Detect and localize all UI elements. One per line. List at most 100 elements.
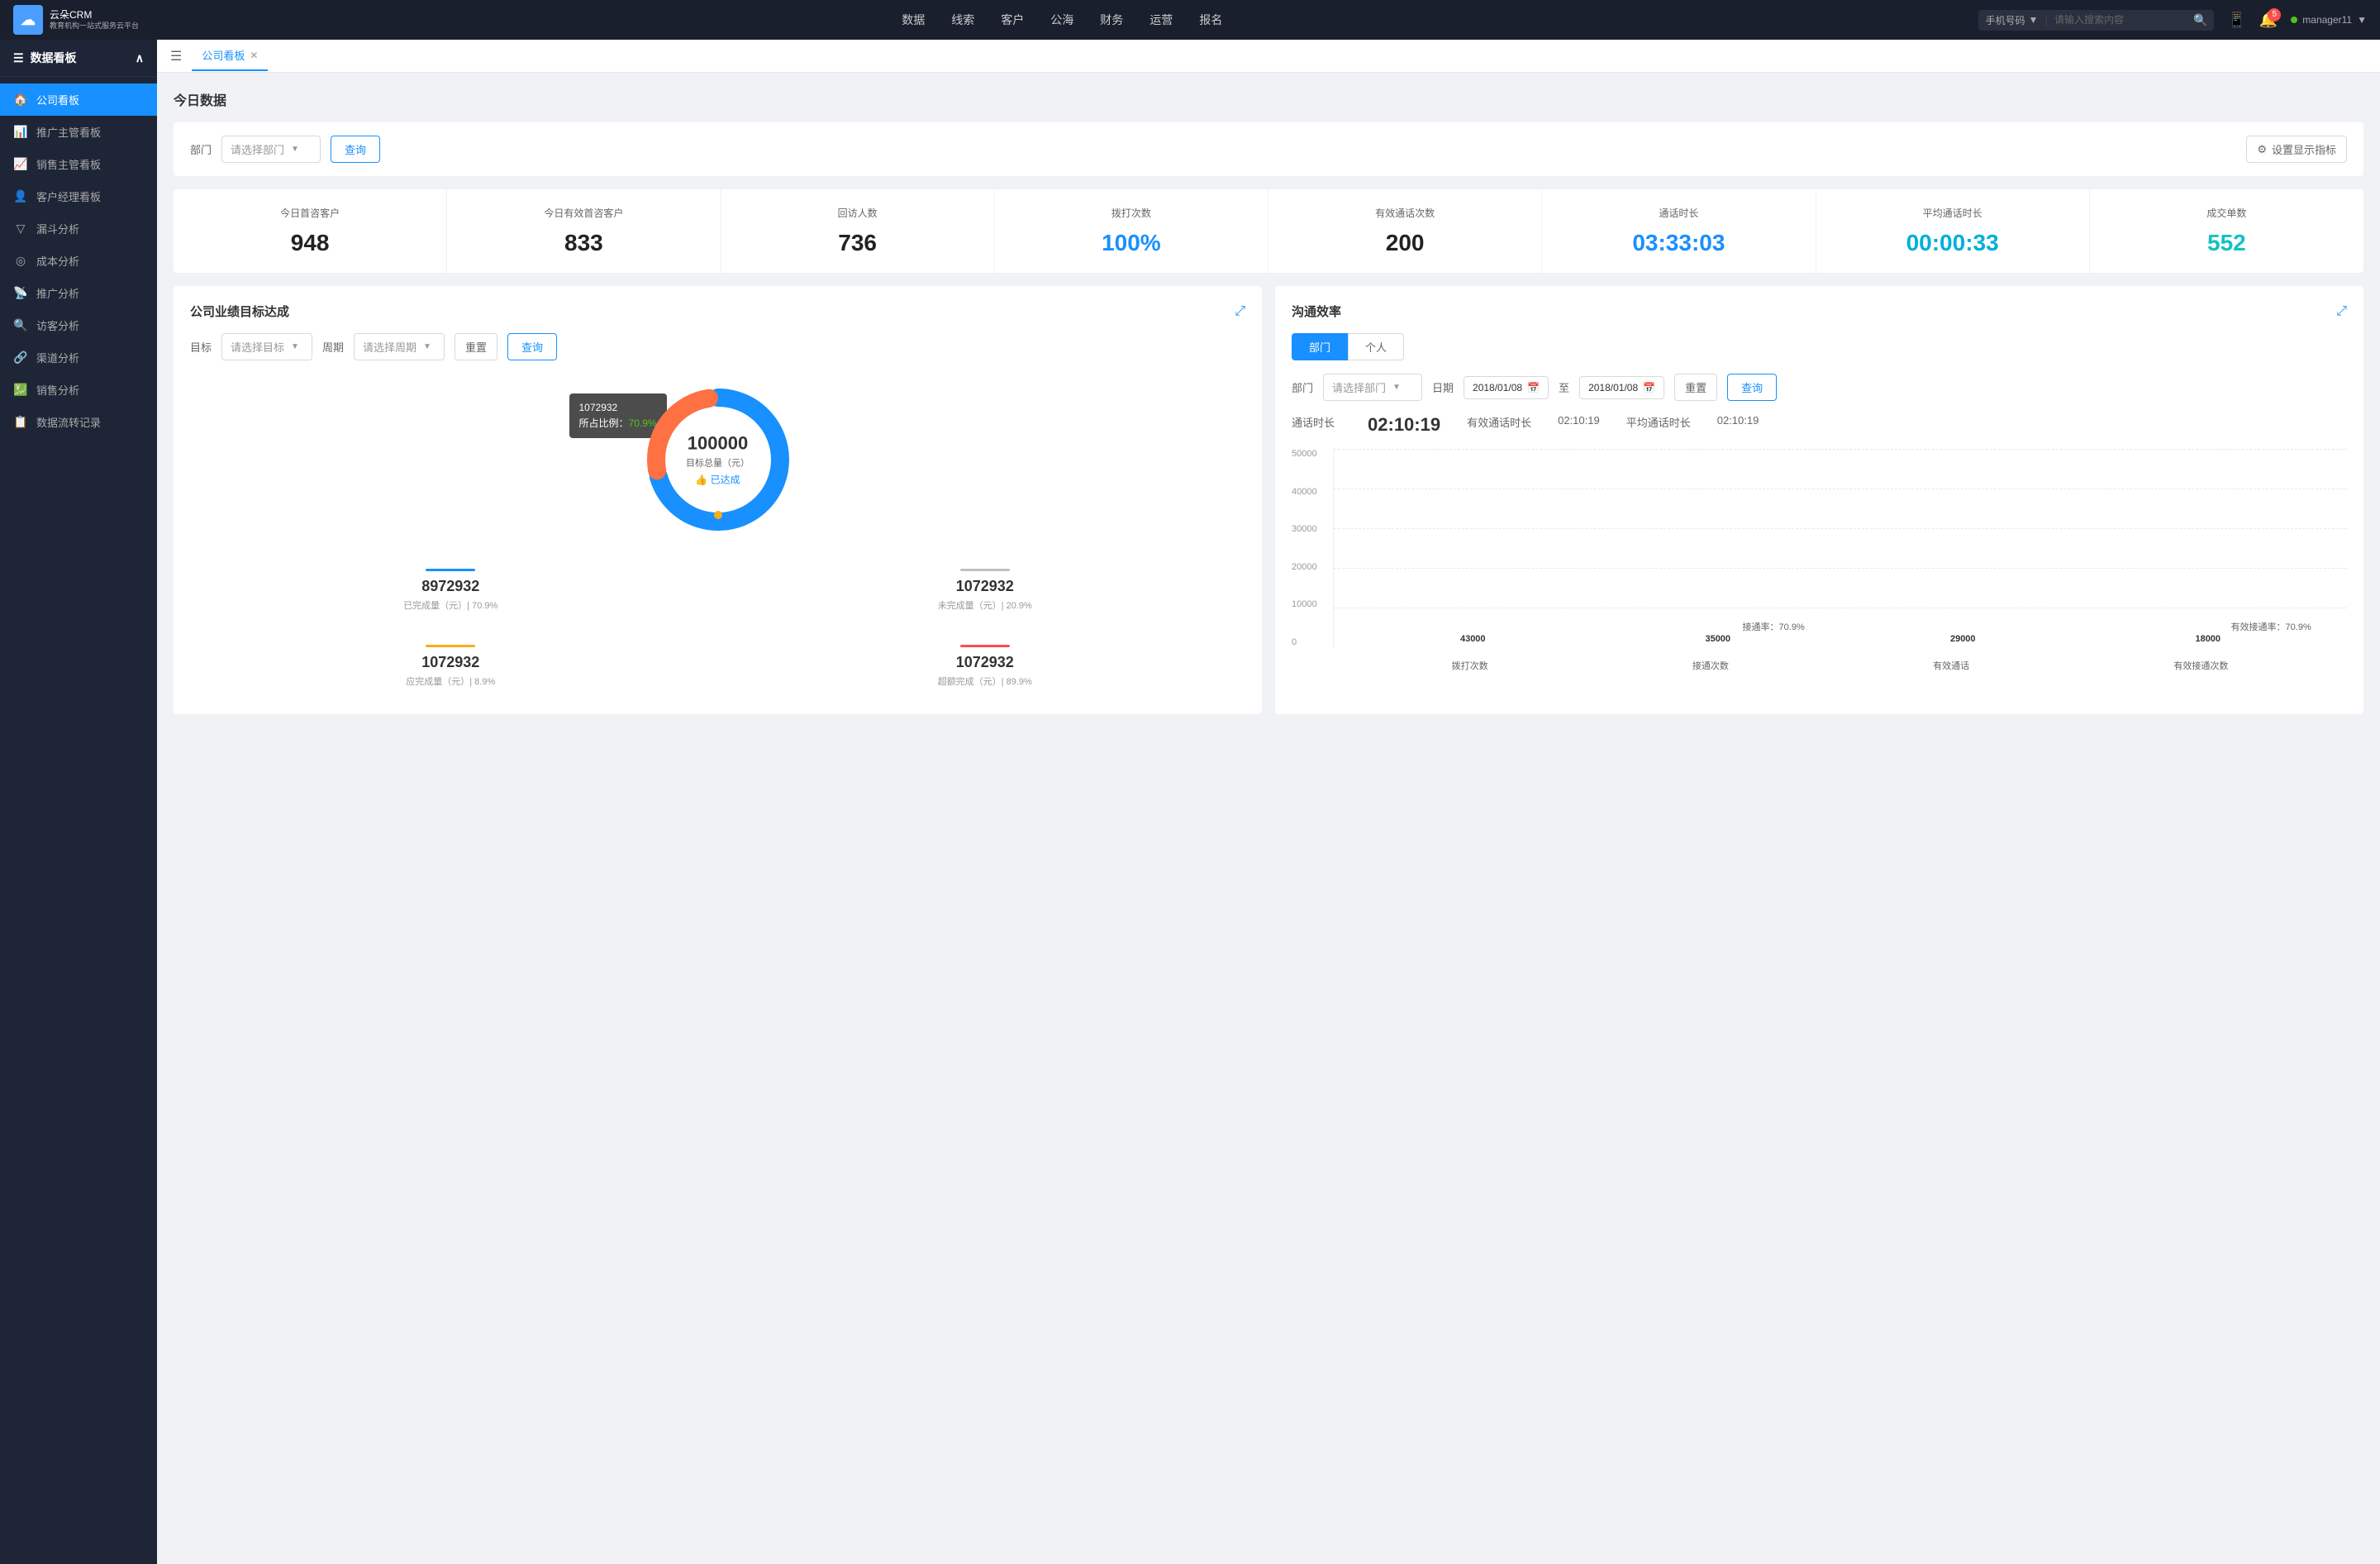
logo-text: 云朵CRM 教育机构一站式服务云平台 — [50, 9, 139, 30]
bar-chart: 50000 40000 30000 20000 10000 0 — [1292, 449, 2347, 672]
stat-deals-label: 成交单数 — [2103, 206, 2350, 220]
sidebar-item-sales-board[interactable]: 📈 销售主管看板 — [0, 148, 157, 180]
calendar-to-icon: 📅 — [1643, 382, 1655, 393]
dept-filter-label: 部门 — [190, 141, 212, 157]
stat-avg-duration-value: 00:00:33 — [1830, 230, 2076, 256]
nav-operations[interactable]: 运营 — [1150, 8, 1173, 31]
comm-dept-select[interactable]: 请选择部门 ▼ — [1323, 374, 1422, 401]
stat-should-complete: 1072932 应完成量（元）| 8.9% — [190, 635, 712, 698]
target-select[interactable]: 请选择目标 ▼ — [221, 333, 312, 360]
nav-enrollment[interactable]: 报名 — [1199, 8, 1222, 31]
logo: ☁ 云朵CRM 教育机构一站式服务云平台 — [13, 5, 145, 35]
target-query-button[interactable]: 查询 — [507, 333, 557, 360]
comm-reset-button[interactable]: 重置 — [1674, 374, 1717, 401]
bars-container: 43000 35000 接通率：70.9% — [1334, 449, 2347, 647]
mobile-icon[interactable]: 📱 — [2227, 12, 2245, 29]
stat-revisit-value: 736 — [735, 230, 981, 256]
stat-effective-calls-value: 200 — [1282, 230, 1528, 256]
content-area: ☰ 公司看板 ✕ 今日数据 部门 请选择部门 ▼ 查询 — [157, 40, 2380, 1564]
stats-grid: 今日首咨客户 948 今日有效首咨客户 833 回访人数 736 拨打次数 10… — [174, 189, 2363, 273]
sidebar-item-funnel[interactable]: ▽ 漏斗分析 — [0, 212, 157, 245]
date-separator: 至 — [1559, 379, 1569, 395]
stat-incomplete: 1072932 未完成量（元）| 20.9% — [725, 559, 1246, 622]
sidebar-item-company-board[interactable]: 🏠 公司看板 — [0, 83, 157, 116]
comm-dept-label: 部门 — [1292, 379, 1313, 395]
comm-tab-dept[interactable]: 部门 — [1292, 333, 1348, 360]
nav-actions: 手机号码 ▼ | 🔍 📱 🔔 5 manager11 ▼ — [1978, 10, 2367, 31]
stat-dial-count: 拨打次数 100% — [995, 189, 1269, 273]
channel-icon: 🔗 — [13, 350, 28, 365]
stat-dial-value: 100% — [1008, 230, 1254, 256]
sales-board-icon: 📈 — [13, 157, 28, 171]
tab-menu-toggle[interactable]: ☰ — [170, 48, 182, 64]
stat-call-duration-value: 03:33:03 — [1555, 230, 1802, 256]
target-card-header: 公司业绩目标达成 ⤢ — [190, 303, 1245, 320]
nav-public-sea[interactable]: 公海 — [1050, 8, 1073, 31]
sidebar-header: ☰ 数据看板 ∧ — [0, 40, 157, 77]
sidebar-item-promo-analysis[interactable]: 📡 推广分析 — [0, 277, 157, 309]
comm-card-title: 沟通效率 — [1292, 303, 1341, 320]
data-flow-icon: 📋 — [13, 415, 28, 429]
page-content: 今日数据 部门 请选择部门 ▼ 查询 ⚙ 设置显示指标 — [157, 73, 2380, 1564]
comm-query-button[interactable]: 查询 — [1727, 374, 1777, 401]
comm-date-label: 日期 — [1432, 379, 1454, 395]
nav-leads[interactable]: 线索 — [951, 8, 974, 31]
completed-line — [426, 569, 475, 571]
bar-group-2: 35000 接通率：70.9% — [1697, 634, 1739, 647]
stat-over-complete: 1072932 超额完成（元）| 89.9% — [725, 635, 1246, 698]
top-navigation: ☁ 云朵CRM 教育机构一站式服务云平台 数据 线索 客户 公海 财务 运营 报… — [0, 0, 2380, 40]
sidebar-item-sales-analysis[interactable]: 💹 销售分析 — [0, 374, 157, 406]
comm-date-to[interactable]: 2018/01/08 📅 — [1579, 376, 1664, 399]
grid-line-30000 — [1334, 528, 2347, 529]
comm-tab-personal[interactable]: 个人 — [1348, 333, 1404, 360]
today-query-button[interactable]: 查询 — [331, 136, 380, 163]
target-controls: 目标 请选择目标 ▼ 周期 请选择周期 ▼ 重置 查询 — [190, 333, 1245, 360]
department-select[interactable]: 请选择部门 ▼ — [221, 136, 321, 163]
setting-display-button[interactable]: ⚙ 设置显示指标 — [2246, 136, 2347, 163]
tab-bar: ☰ 公司看板 ✕ — [157, 40, 2380, 73]
notification-icon[interactable]: 🔔 5 — [2259, 12, 2278, 29]
period-select[interactable]: 请选择周期 ▼ — [354, 333, 445, 360]
nav-finance[interactable]: 财务 — [1100, 8, 1123, 31]
tab-close-icon[interactable]: ✕ — [250, 50, 258, 61]
sidebar-item-client-board[interactable]: 👤 客户经理看板 — [0, 180, 157, 212]
stat-call-duration-label: 通话时长 — [1555, 206, 1802, 220]
comm-filter: 部门 请选择部门 ▼ 日期 2018/01/08 📅 至 2018/01/08 — [1292, 374, 2347, 401]
nav-data[interactable]: 数据 — [902, 8, 925, 31]
sidebar-expand-icon[interactable]: ☰ — [13, 51, 24, 65]
stat-effective-calls-label: 有效通话次数 — [1282, 206, 1528, 220]
logo-icon: ☁ — [13, 5, 43, 35]
comm-card-expand[interactable]: ⤢ — [2336, 304, 2347, 319]
sidebar-item-promo-board[interactable]: 📊 推广主管看板 — [0, 116, 157, 148]
setting-icon: ⚙ — [2257, 143, 2267, 156]
nav-customers[interactable]: 客户 — [1001, 8, 1024, 31]
search-icon[interactable]: 🔍 — [2193, 13, 2207, 27]
should-complete-line — [426, 645, 475, 647]
sidebar-item-visitor[interactable]: 🔍 访客分析 — [0, 309, 157, 341]
tab-company-board[interactable]: 公司看板 ✕ — [192, 41, 268, 71]
call-duration-label: 通话时长 — [1292, 414, 1335, 436]
comm-date-from[interactable]: 2018/01/08 📅 — [1464, 376, 1549, 399]
target-reset-button[interactable]: 重置 — [455, 333, 497, 360]
search-type-selector[interactable]: 手机号码 ▼ — [1985, 13, 2038, 27]
chart-area: 43000 35000 接通率：70.9% — [1333, 449, 2347, 647]
sidebar-item-cost[interactable]: ◎ 成本分析 — [0, 245, 157, 277]
sidebar-item-channel[interactable]: 🔗 渠道分析 — [0, 341, 157, 374]
incomplete-line — [960, 569, 1010, 571]
stat-dial-label: 拨打次数 — [1008, 206, 1254, 220]
sidebar-item-data-flow[interactable]: 📋 数据流转记录 — [0, 406, 157, 438]
sales-analysis-icon: 💹 — [13, 383, 28, 397]
comm-tabs: 部门 个人 — [1292, 333, 2347, 360]
target-card-expand[interactable]: ⤢ — [1235, 304, 1245, 319]
sidebar-collapse-icon[interactable]: ∧ — [136, 51, 144, 65]
bottom-grid: 公司业绩目标达成 ⤢ 目标 请选择目标 ▼ 周期 请选择周期 ▼ — [174, 286, 2363, 714]
avg-call-label: 平均通话时长 — [1626, 414, 1691, 436]
notification-badge: 5 — [2268, 8, 2281, 21]
search-input[interactable] — [2054, 14, 2187, 26]
stat-deals-value: 552 — [2103, 230, 2350, 256]
nav-menu: 数据 线索 客户 公海 财务 运营 报名 — [145, 8, 1978, 31]
user-info[interactable]: manager11 ▼ — [2291, 14, 2367, 26]
grid-line-50000 — [1334, 449, 2347, 450]
target-select-arrow: ▼ — [291, 342, 299, 351]
effective-call-label: 有效通话时长 — [1467, 414, 1531, 436]
